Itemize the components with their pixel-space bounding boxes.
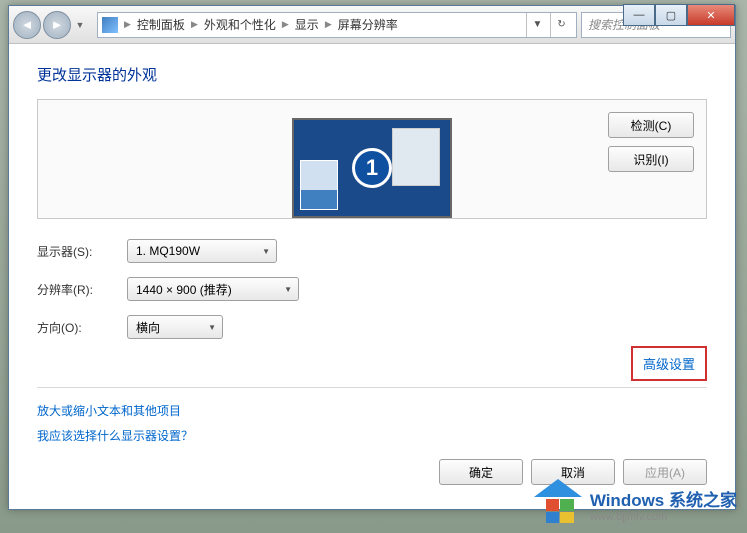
nav-buttons: ◄ ► ▼ <box>13 11 87 39</box>
watermark: Windows 系统之家 www.bjjmlv.com <box>534 483 737 525</box>
minimize-button[interactable]: — <box>623 4 655 26</box>
refresh-icon[interactable]: ↻ <box>550 13 572 37</box>
display-select[interactable]: 1. MQ190W <box>127 239 277 263</box>
apply-button[interactable]: 应用(A) <box>623 459 707 485</box>
detect-button[interactable]: 检测(C) <box>608 112 694 138</box>
divider <box>37 387 707 388</box>
orientation-select[interactable]: 横向 <box>127 315 223 339</box>
control-panel-window: — ▢ ✕ ◄ ► ▼ ▶ 控制面板 ▶ 外观和个性化 ▶ 显示 ▶ 屏幕分辨率… <box>8 5 736 510</box>
screen-preview-icon <box>300 160 338 210</box>
maximize-button[interactable]: ▢ <box>655 4 687 26</box>
nav-history-dropdown[interactable]: ▼ <box>73 11 87 39</box>
monitor-preview-area: 1 检测(C) 识别(I) <box>37 99 707 219</box>
content-area: 更改显示器的外观 1 检测(C) 识别(I) 显示器(S): 1. MQ190W… <box>9 44 735 509</box>
watermark-logo-icon <box>534 483 582 525</box>
watermark-text: Windows 系统之家 www.bjjmlv.com <box>590 486 737 523</box>
screen-window-icon <box>392 128 440 186</box>
control-panel-icon <box>102 17 118 33</box>
resolution-value: 1440 × 900 (推荐) <box>136 281 232 298</box>
watermark-url: www.bjjmlv.com <box>590 511 737 523</box>
breadcrumb-item[interactable]: 控制面板 <box>133 16 189 33</box>
which-monitor-link[interactable]: 我应该选择什么显示器设置？ <box>37 427 707 444</box>
display-value: 1. MQ190W <box>136 244 200 258</box>
orientation-label: 方向(O): <box>37 319 111 336</box>
breadcrumb-item[interactable]: 外观和个性化 <box>200 16 280 33</box>
close-button[interactable]: ✕ <box>687 4 735 26</box>
window-controls: — ▢ ✕ <box>623 4 735 26</box>
monitor-action-buttons: 检测(C) 识别(I) <box>608 112 694 172</box>
back-button[interactable]: ◄ <box>13 11 41 39</box>
breadcrumb-item[interactable]: 屏幕分辨率 <box>334 16 402 33</box>
chevron-right-icon: ▶ <box>323 19 334 30</box>
resolution-select[interactable]: 1440 × 900 (推荐) <box>127 277 299 301</box>
page-title: 更改显示器的外观 <box>37 64 707 85</box>
resolution-label: 分辨率(R): <box>37 281 111 298</box>
display-label: 显示器(S): <box>37 243 111 260</box>
text-size-link[interactable]: 放大或缩小文本和其他项目 <box>37 402 707 419</box>
monitor-number-badge: 1 <box>352 148 392 188</box>
resolution-row: 分辨率(R): 1440 × 900 (推荐) <box>37 277 707 301</box>
address-bar[interactable]: ▶ 控制面板 ▶ 外观和个性化 ▶ 显示 ▶ 屏幕分辨率 ▼ ↻ <box>97 12 577 38</box>
chevron-right-icon: ▶ <box>280 19 291 30</box>
ok-button[interactable]: 确定 <box>439 459 523 485</box>
address-dropdown-icon[interactable]: ▼ <box>526 13 548 37</box>
monitor-thumbnail[interactable]: 1 <box>292 118 452 218</box>
breadcrumb-item[interactable]: 显示 <box>291 16 323 33</box>
identify-button[interactable]: 识别(I) <box>608 146 694 172</box>
chevron-right-icon: ▶ <box>189 19 200 30</box>
advanced-settings-link[interactable]: 高级设置 <box>631 346 707 381</box>
orientation-value: 横向 <box>136 319 160 336</box>
display-row: 显示器(S): 1. MQ190W <box>37 239 707 263</box>
chevron-right-icon: ▶ <box>122 19 133 30</box>
forward-button[interactable]: ► <box>43 11 71 39</box>
orientation-row: 方向(O): 横向 <box>37 315 707 339</box>
watermark-title: Windows 系统之家 <box>590 491 737 510</box>
